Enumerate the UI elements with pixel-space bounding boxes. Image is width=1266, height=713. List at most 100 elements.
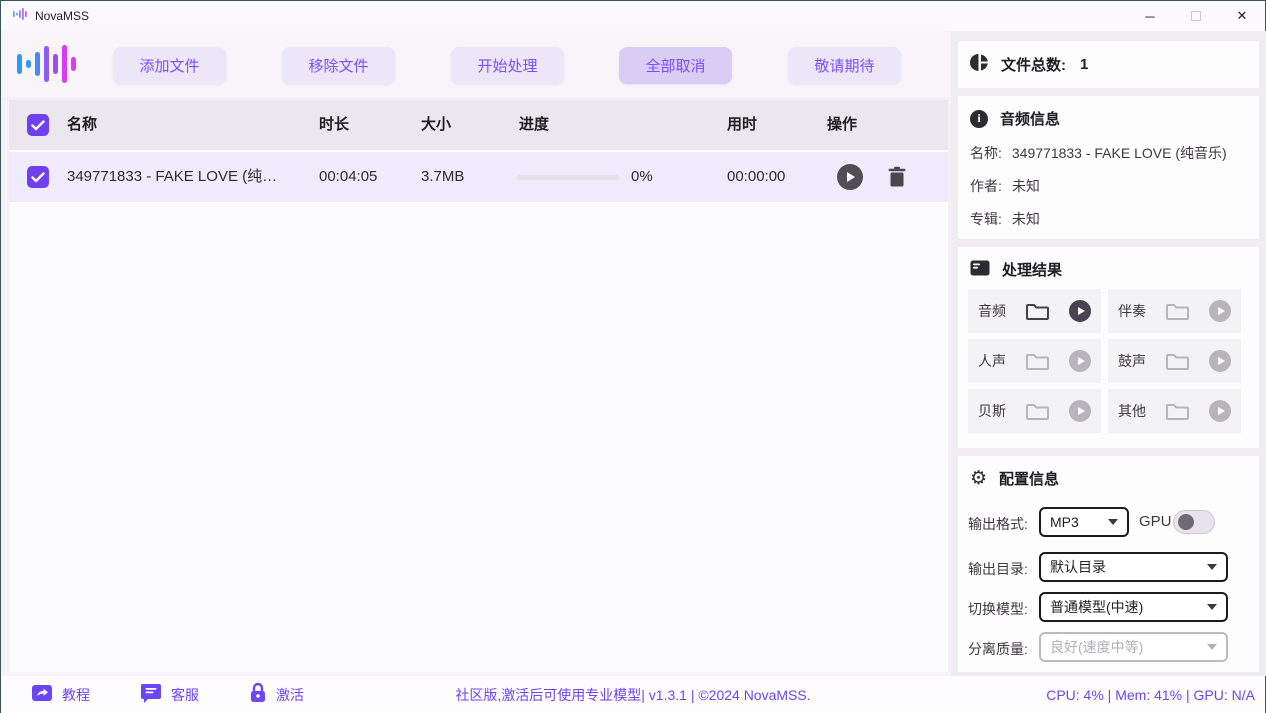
folder-icon[interactable] (1026, 402, 1049, 421)
output-format-label: 输出格式: (968, 514, 1028, 534)
audio-info-card: i 音频信息 名称: 349771833 - FAKE LOVE (纯音乐) 作… (958, 96, 1259, 239)
toolbar: 添加文件 移除文件 开始处理 全部取消 敬请期待 (1, 31, 951, 97)
audio-artist-value: 未知 (1012, 176, 1040, 196)
row-elapsed: 00:00:00 (727, 152, 785, 202)
tutorial-icon (31, 682, 53, 707)
title-bar: NovaMSS ─ ✕ (1, 1, 1265, 31)
folder-icon[interactable] (1026, 352, 1049, 371)
result-vocals: 人声 (968, 339, 1101, 383)
lock-icon (249, 682, 267, 707)
row-size: 3.7MB (421, 152, 464, 202)
audio-artist-label: 作者: (970, 176, 1002, 196)
pie-chart-icon (970, 53, 989, 76)
chevron-down-icon (1207, 564, 1217, 570)
support-label: 客服 (171, 685, 199, 705)
minimize-button[interactable]: ─ (1127, 1, 1173, 31)
audio-info-title: 音频信息 (1000, 108, 1060, 129)
coming-soon-button[interactable]: 敬请期待 (788, 47, 901, 84)
header-duration: 时长 (319, 100, 349, 150)
results-card-icon (970, 260, 990, 280)
model-value: 普通模型(中速) (1050, 597, 1143, 617)
activate-label: 激活 (276, 685, 304, 705)
chevron-down-icon (1207, 644, 1217, 650)
folder-icon[interactable] (1026, 302, 1049, 321)
row-checkbox[interactable] (27, 166, 49, 188)
remove-files-button[interactable]: 移除文件 (282, 47, 395, 84)
audio-name-value: 349771833 - FAKE LOVE (纯音乐) (1012, 143, 1227, 163)
system-stats: CPU: 4% | Mem: 41% | GPU: N/A (1046, 687, 1255, 703)
play-icon[interactable] (1209, 350, 1231, 372)
play-icon[interactable] (1209, 300, 1231, 322)
support-link[interactable]: 客服 (140, 682, 199, 707)
result-bass: 贝斯 (968, 389, 1101, 433)
chat-bubble-icon (140, 682, 162, 707)
quality-label: 分离质量: (968, 639, 1028, 659)
model-label: 切换模型: (968, 599, 1028, 619)
table-row[interactable]: 349771833 - FAKE LOVE (纯… 00:04:05 3.7MB… (9, 152, 948, 202)
activate-link[interactable]: 激活 (249, 682, 304, 707)
quality-select: 良好(速度中等) (1039, 632, 1228, 662)
maximize-icon (1191, 11, 1201, 21)
header-name: 名称 (67, 100, 97, 150)
config-title: 配置信息 (999, 468, 1059, 489)
close-button[interactable]: ✕ (1219, 1, 1265, 31)
app-logo-small-icon (13, 7, 29, 26)
info-icon: i (970, 110, 988, 128)
play-icon[interactable] (1069, 400, 1091, 422)
gpu-label: GPU (1139, 513, 1172, 530)
start-processing-button[interactable]: 开始处理 (451, 47, 564, 84)
progress-percent: 0% (631, 152, 653, 202)
header-elapsed: 用时 (727, 100, 757, 150)
result-audio: 音频 (968, 289, 1101, 333)
result-vocals-label: 人声 (978, 351, 1006, 371)
folder-icon[interactable] (1166, 302, 1189, 321)
result-accompaniment-label: 伴奏 (1118, 301, 1146, 321)
chevron-down-icon (1108, 519, 1118, 525)
result-accompaniment: 伴奏 (1108, 289, 1241, 333)
output-format-value: MP3 (1050, 514, 1079, 530)
play-icon[interactable] (1069, 350, 1091, 372)
maximize-button[interactable] (1173, 1, 1219, 31)
app-logo-waveform-icon (15, 41, 79, 92)
select-all-checkbox[interactable] (27, 114, 49, 136)
file-count-value: 1 (1080, 56, 1088, 73)
folder-icon[interactable] (1166, 352, 1189, 371)
gear-icon: ⚙ (970, 469, 987, 488)
version-info: 社区版,激活后可使用专业模型| v1.3.1 | ©2024 NovaMSS. (455, 685, 810, 705)
window-controls: ─ ✕ (1127, 1, 1265, 31)
results-title: 处理结果 (1002, 259, 1062, 280)
play-icon[interactable] (837, 164, 863, 190)
tutorial-label: 教程 (62, 685, 90, 705)
result-audio-label: 音频 (978, 301, 1006, 321)
play-icon[interactable] (1069, 300, 1091, 322)
result-drums: 鼓声 (1108, 339, 1241, 383)
result-drums-label: 鼓声 (1118, 351, 1146, 371)
audio-name-label: 名称: (970, 143, 1002, 163)
row-file-name: 349771833 - FAKE LOVE (纯… (67, 152, 277, 202)
row-actions (837, 164, 907, 190)
toggle-knob (1178, 514, 1194, 530)
file-count-label: 文件总数: (1001, 54, 1066, 75)
audio-album-label: 专辑: (970, 209, 1002, 229)
output-dir-select[interactable]: 默认目录 (1039, 552, 1228, 582)
row-duration: 00:04:05 (319, 152, 377, 202)
gpu-toggle[interactable] (1173, 510, 1215, 534)
output-format-select[interactable]: MP3 (1039, 507, 1129, 537)
file-table: 名称 时长 大小 进度 用时 操作 349771833 - FAKE LOVE … (9, 100, 948, 672)
table-header-row: 名称 时长 大小 进度 用时 操作 (9, 100, 948, 150)
model-select[interactable]: 普通模型(中速) (1039, 592, 1228, 622)
folder-icon[interactable] (1166, 402, 1189, 421)
tutorial-link[interactable]: 教程 (31, 682, 90, 707)
status-bar: 教程 客服 激活 社区版,激活后可使用专业模型| v1.3.1 | ©2024 … (1, 676, 1265, 713)
result-other: 其他 (1108, 389, 1241, 433)
audio-album-value: 未知 (1012, 209, 1040, 229)
cancel-all-button[interactable]: 全部取消 (619, 47, 732, 84)
header-size: 大小 (421, 100, 451, 150)
output-dir-label: 输出目录: (968, 559, 1028, 579)
quality-value: 良好(速度中等) (1050, 637, 1143, 657)
trash-icon[interactable] (887, 166, 907, 188)
progress-bar (517, 175, 619, 180)
result-other-label: 其他 (1118, 401, 1146, 421)
play-icon[interactable] (1209, 400, 1231, 422)
add-files-button[interactable]: 添加文件 (113, 47, 226, 84)
